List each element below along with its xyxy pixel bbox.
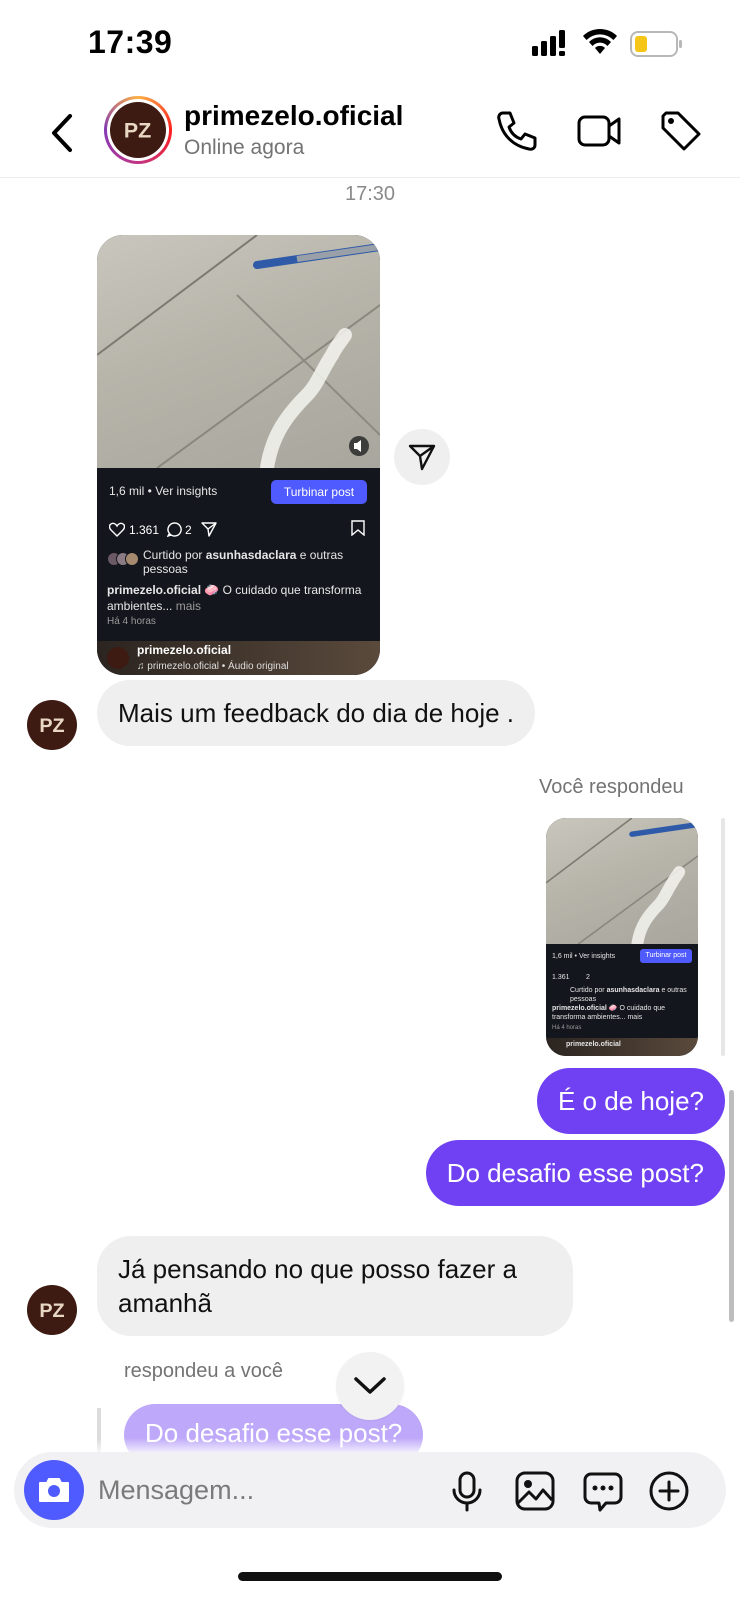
message-bubble-outgoing[interactable]: É o de hoje? — [536, 1068, 725, 1134]
send-icon[interactable] — [201, 521, 217, 537]
liked-by-avatars — [107, 552, 139, 566]
microphone-icon[interactable] — [446, 1470, 488, 1512]
send-icon — [408, 444, 436, 471]
shared-reel-card[interactable]: 1,6 mil • Ver insights Turbinar post 1.3… — [97, 235, 380, 675]
status-time: 17:39 — [88, 24, 173, 60]
svg-text:PZ: PZ — [39, 715, 64, 737]
you-replied-label: Você respondeu — [539, 776, 684, 798]
home-indicator[interactable] — [238, 1572, 502, 1581]
bookmark-icon[interactable] — [351, 520, 365, 536]
message-bubble-incoming[interactable]: Já pensando no que posso fazer a amanhã — [97, 1236, 573, 1336]
reel-insights-panel: 1,6 mil • Ver insights Turbinar post 1.3… — [97, 468, 380, 641]
contact-avatar[interactable]: PZ — [104, 96, 172, 164]
scroll-to-bottom-button[interactable] — [336, 1352, 404, 1420]
reel-posted-ago: Há 4 horas — [107, 616, 156, 627]
camera-icon — [39, 1478, 69, 1502]
gallery-icon[interactable] — [514, 1470, 556, 1512]
message-composer — [14, 1452, 726, 1528]
reel-views[interactable]: 1,6 mil • Ver insights — [109, 484, 217, 498]
reel-author-avatar — [107, 647, 129, 669]
phone-call-icon[interactable] — [494, 108, 540, 154]
add-icon[interactable] — [648, 1470, 690, 1512]
reel-thumbnail — [546, 818, 698, 944]
likes-count: 1.361 — [129, 522, 160, 537]
reply-thread-bar — [721, 818, 725, 1056]
reel-insights-panel: 1,6 mil • Ver insights Turbinar post 1.3… — [546, 944, 698, 1038]
camera-button[interactable] — [24, 1460, 84, 1520]
message-input[interactable] — [98, 1468, 428, 1512]
contact-name[interactable]: primezelo.oficial — [184, 100, 403, 132]
caption-more-link[interactable]: mais — [172, 599, 201, 613]
reel-audio: ♫ primezelo.oficial • Áudio original — [137, 661, 289, 672]
chevron-down-icon — [354, 1377, 386, 1394]
sender-avatar[interactable]: PZ — [27, 1285, 77, 1335]
comment-icon — [167, 522, 182, 537]
scrollbar[interactable] — [729, 1090, 734, 1322]
reel-footer: primezelo.oficial ♫ primezelo.oficial • … — [97, 641, 380, 675]
reel-author-name: primezelo.oficial — [137, 643, 232, 657]
sticker-chat-icon[interactable] — [582, 1470, 624, 1512]
tag-icon[interactable] — [658, 108, 704, 154]
contact-presence: Online agora — [184, 136, 305, 159]
liked-by-text: Curtido por asunhasdaclara e outras pess… — [143, 548, 344, 576]
thread-timestamp: 17:30 — [344, 183, 396, 205]
cellular-signal-icon — [532, 30, 565, 56]
battery-icon — [630, 31, 682, 57]
reel-caption: primezelo.oficial 🧼 O cuidado que transf… — [107, 583, 362, 613]
reel-footer: primezelo.oficial — [546, 1038, 698, 1056]
back-arrow-icon[interactable] — [44, 108, 80, 158]
replied-reel-preview[interactable]: 1,6 mil • Ver insights Turbinar post 1.3… — [546, 818, 698, 1056]
boost-post-button[interactable]: Turbinar post — [271, 480, 367, 504]
reel-thumbnail — [97, 235, 380, 468]
reel-likes[interactable]: 1.361 — [109, 522, 159, 537]
brand-logo-icon: PZ — [124, 118, 152, 143]
brand-logo-icon: PZ — [39, 715, 64, 737]
svg-text:PZ: PZ — [39, 1300, 64, 1322]
boost-post-button[interactable]: Turbinar post — [640, 949, 692, 963]
reel-comments[interactable]: 2 — [167, 522, 192, 537]
brand-logo-icon: PZ — [39, 1300, 64, 1322]
comments-count: 2 — [185, 522, 192, 537]
forward-reel-button[interactable] — [394, 429, 450, 485]
wifi-icon — [583, 28, 617, 54]
chat-header: PZ primezelo.oficial Online agora — [0, 88, 740, 178]
heart-icon — [109, 522, 125, 537]
sender-avatar[interactable]: PZ — [27, 700, 77, 750]
svg-text:PZ: PZ — [124, 118, 152, 143]
message-bubble-incoming[interactable]: Mais um feedback do dia de hoje . — [97, 680, 536, 746]
message-bubble-outgoing[interactable]: Do desafio esse post? — [425, 1140, 725, 1206]
replied-to-you-label: respondeu a você — [124, 1360, 284, 1382]
video-call-icon[interactable] — [576, 108, 622, 154]
status-bar: 17:39 — [0, 0, 740, 88]
